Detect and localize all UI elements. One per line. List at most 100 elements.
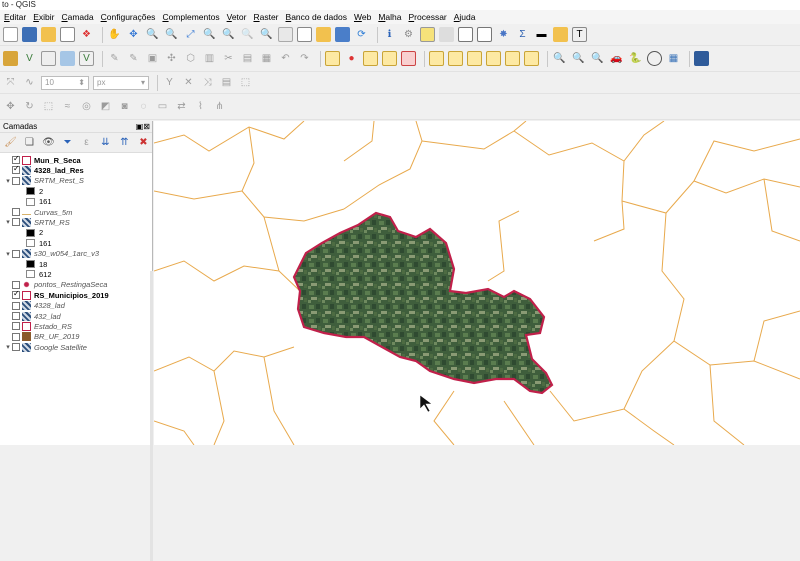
map-canvas[interactable]	[154, 121, 800, 445]
menu-exibir[interactable]: Exibir	[33, 12, 54, 22]
print-layout-icon[interactable]	[60, 27, 75, 42]
scale-feature-icon[interactable]: ⬚	[41, 99, 56, 114]
tracing-icon[interactable]: ∿	[22, 75, 37, 90]
add-part-icon[interactable]: ◩	[98, 99, 113, 114]
layer-item[interactable]: 4328_lad_Res	[4, 164, 84, 175]
reshape-icon[interactable]: ⬚	[238, 75, 253, 90]
menu-banco-de-dados[interactable]: Banco de dados	[286, 12, 347, 22]
expand-arrow-icon[interactable]: ▾	[4, 250, 12, 258]
zoom-in-icon[interactable]: 🔍	[145, 27, 160, 42]
snapping-icon[interactable]: ⤧	[3, 75, 18, 90]
plugin-zoom-icon[interactable]: 🔍	[571, 51, 586, 66]
layer-item[interactable]: Estado_RS	[4, 321, 72, 331]
menu-complementos[interactable]: Complementos	[162, 12, 219, 22]
layer-styling-icon[interactable]: 🖌	[3, 135, 18, 150]
paste-features-icon[interactable]: ▦	[259, 51, 274, 66]
new-virtual-layer-icon[interactable]: V	[79, 51, 94, 66]
reverse-line-icon[interactable]: ⇄	[174, 99, 189, 114]
deselect-icon[interactable]	[439, 27, 454, 42]
layer-item[interactable]: ▾ SRTM_Rest_S	[4, 176, 84, 186]
expand-arrow-icon[interactable]: ▾	[4, 218, 12, 226]
filter-legend-icon[interactable]: ⏷	[60, 135, 75, 150]
copy-features-icon[interactable]: ▤	[240, 51, 255, 66]
panel-float-close-icon[interactable]: ▣⊠	[136, 121, 152, 132]
layer-item[interactable]: RS_Municipios_2019	[4, 289, 109, 300]
layer-visibility-checkbox[interactable]	[12, 208, 20, 216]
label-pin-icon[interactable]	[363, 51, 378, 66]
layer-item[interactable]: BR_UF_2019	[4, 332, 79, 342]
layer-visibility-checkbox[interactable]	[12, 164, 20, 175]
label-rotate-icon[interactable]	[448, 51, 463, 66]
unit-dropdown[interactable]: px ▾	[93, 75, 149, 90]
label-pin-remove-icon[interactable]	[505, 51, 520, 66]
menu-editar[interactable]: Editar	[4, 12, 26, 22]
layer-visibility-checkbox[interactable]	[12, 312, 20, 320]
field-calculator-icon[interactable]	[477, 27, 492, 42]
toggle-editing-icon[interactable]: ✎	[126, 51, 141, 66]
remove-layer-icon[interactable]: ✖	[136, 135, 151, 150]
cut-features-icon[interactable]: ✂	[221, 51, 236, 66]
zoom-native-icon[interactable]: 🔍	[240, 27, 255, 42]
layer-item[interactable]: Curvas_5m	[4, 207, 72, 217]
fill-ring-icon[interactable]: ◙	[117, 99, 132, 114]
open-attribute-table-icon[interactable]	[458, 27, 473, 42]
layer-visibility-checkbox[interactable]	[12, 249, 20, 258]
layer-visibility-checkbox[interactable]	[12, 154, 20, 164]
collapse-all-icon[interactable]: ⇈	[117, 135, 132, 150]
zoom-last-icon[interactable]: 🔍	[259, 27, 274, 42]
identify-icon[interactable]: ℹ	[382, 27, 397, 42]
manage-visibility-icon[interactable]: 👁	[41, 135, 56, 150]
save-edits-icon[interactable]: ▣	[145, 51, 160, 66]
text-annotation-icon[interactable]: T	[572, 27, 587, 42]
redo-icon[interactable]: ↷	[297, 51, 312, 66]
layer-visibility-checkbox[interactable]	[12, 218, 20, 227]
zoom-out-icon[interactable]: 🔍	[164, 27, 179, 42]
menu-web[interactable]: Web	[354, 12, 371, 22]
layer-visibility-checkbox[interactable]	[12, 176, 20, 185]
merge-features-icon[interactable]: ✕	[181, 75, 196, 90]
add-feature-icon[interactable]: ✣	[164, 51, 179, 66]
toolbox-icon[interactable]: ✸	[496, 27, 511, 42]
style-manager-icon[interactable]: ❖	[79, 27, 94, 42]
rotate-feature-icon[interactable]: ↻	[22, 99, 37, 114]
label-properties-icon[interactable]	[486, 51, 501, 66]
actions-icon[interactable]: ⚙	[401, 27, 416, 42]
layer-item[interactable]: 4328_lad	[4, 301, 65, 311]
zoom-full-icon[interactable]: ⤢	[183, 27, 198, 42]
delete-part-icon[interactable]: ▭	[155, 99, 170, 114]
zoom-selection-icon[interactable]: 🔍	[202, 27, 217, 42]
python-console-icon[interactable]: 🐍	[628, 51, 643, 66]
new-geopackage-icon[interactable]	[41, 51, 56, 66]
layer-visibility-checkbox[interactable]	[12, 332, 20, 341]
help-book-icon[interactable]	[694, 51, 709, 66]
undo-icon[interactable]: ↶	[278, 51, 293, 66]
simplify-icon[interactable]: ≈	[60, 99, 75, 114]
pan-to-selection-icon[interactable]: ✥	[126, 27, 141, 42]
menu-camada[interactable]: Camada	[61, 12, 93, 22]
menu-processar[interactable]: Processar	[408, 12, 446, 22]
save-project-icon[interactable]	[22, 27, 37, 42]
shape-digitize-icon[interactable]: ▤	[219, 75, 234, 90]
delete-ring-icon[interactable]: ◌	[136, 99, 151, 114]
selected-municipality-polygon[interactable]	[292, 211, 554, 395]
layer-item[interactable]: ▾ s30_w054_1arc_v3	[4, 249, 99, 259]
layer-tree-scrollbar[interactable]	[150, 271, 153, 561]
label-hide-icon[interactable]	[401, 51, 416, 66]
layer-item[interactable]: ▾ SRTM_RS	[4, 217, 70, 227]
move-feature-icon[interactable]: ✥	[3, 99, 18, 114]
label-diagram-icon[interactable]: ●	[344, 51, 359, 66]
plugin-quickmap-icon[interactable]: 🔍	[590, 51, 605, 66]
delete-selected-icon[interactable]: ▥	[202, 51, 217, 66]
map-tips-icon[interactable]	[553, 27, 568, 42]
label-tool-icon[interactable]	[325, 51, 340, 66]
grid-plugin-icon[interactable]: ▦	[666, 51, 681, 66]
filter-expression-icon[interactable]: ε	[79, 135, 94, 150]
layer-visibility-checkbox[interactable]	[12, 343, 20, 352]
bookmark-icon[interactable]	[335, 27, 350, 42]
zoom-layer-icon[interactable]: 🔍	[221, 27, 236, 42]
split-features-icon[interactable]: Y	[162, 75, 177, 90]
add-ring-icon[interactable]: ◎	[79, 99, 94, 114]
offset-curve-icon[interactable]: ⤨	[200, 75, 215, 90]
layer-visibility-checkbox[interactable]	[12, 289, 20, 300]
edit-pencil-icon[interactable]: ✎	[107, 51, 122, 66]
